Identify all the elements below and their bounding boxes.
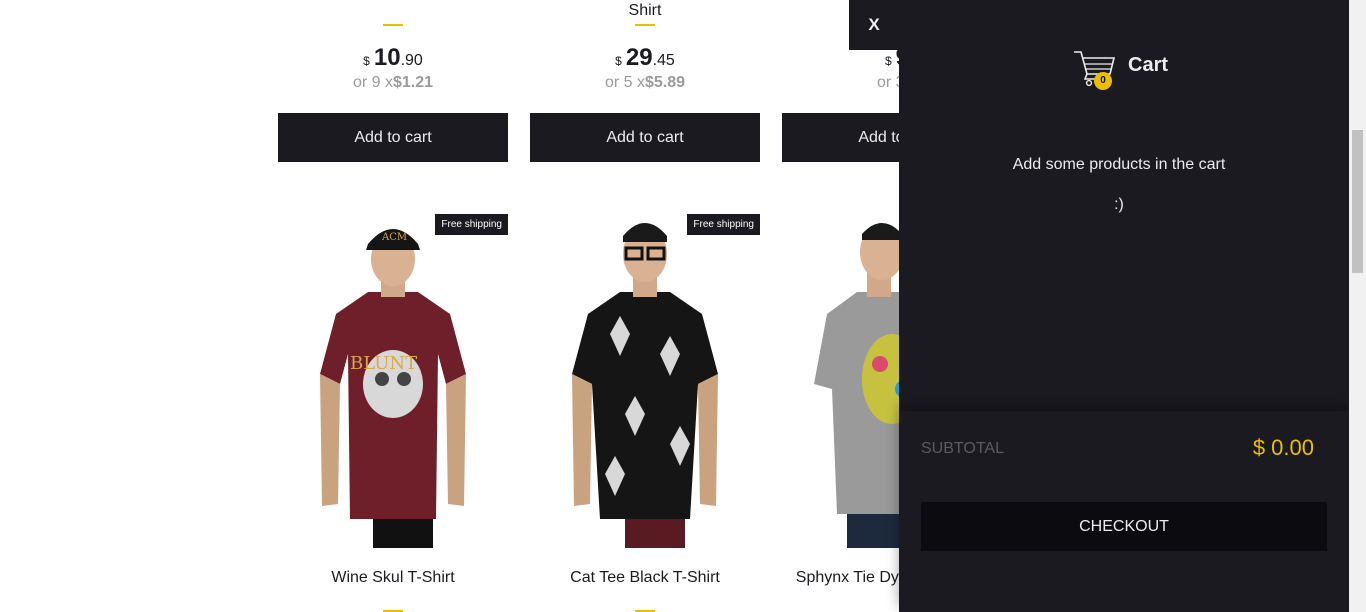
cart-header: 0 Cart bbox=[899, 44, 1349, 94]
checkout-button[interactable]: CHECKOUT bbox=[921, 502, 1327, 551]
product-price: $29.45 bbox=[615, 44, 675, 71]
product-card: Cat Tee Black T-Shirt bbox=[530, 568, 760, 612]
floating-cart: 0 Cart Add some products in the cart :) … bbox=[899, 0, 1349, 612]
product-card: Wine Skul T-Shirt bbox=[278, 568, 508, 612]
free-shipping-badge: Free shipping bbox=[435, 214, 508, 235]
product-title: Wine Skul T-Shirt bbox=[331, 569, 455, 586]
free-shipping-badge: Free shipping bbox=[687, 214, 760, 235]
installment-info: or 5 x$5.89 bbox=[604, 74, 686, 91]
svg-text:BLUNT: BLUNT bbox=[350, 353, 417, 374]
model-black-cat-tshirt-image bbox=[572, 223, 718, 548]
scrollbar-thumb[interactable] bbox=[1352, 130, 1363, 273]
cart-quantity-badge: 0 bbox=[1094, 72, 1112, 90]
close-cart-button[interactable]: X bbox=[849, 0, 899, 50]
page-scrollbar[interactable] bbox=[1349, 0, 1366, 612]
title-divider bbox=[635, 24, 655, 26]
cart-footer: SUBTOTAL $ 0.00 CHECKOUT bbox=[899, 411, 1349, 612]
add-to-cart-button[interactable]: Add to cart bbox=[530, 113, 760, 162]
title-divider bbox=[383, 24, 403, 26]
svg-text:ACM: ACM bbox=[381, 232, 407, 243]
cart-title: Cart bbox=[1128, 54, 1169, 76]
product-price: $10.90 bbox=[363, 44, 423, 71]
cart-icon: 0 bbox=[1072, 46, 1116, 90]
model-wine-tshirt-image: ACM BLUNT bbox=[320, 229, 466, 548]
empty-cart-message: Add some products in the cart bbox=[1012, 156, 1226, 173]
product-title: Cat Tee Black T-Shirt bbox=[570, 569, 720, 586]
close-icon: X bbox=[868, 15, 880, 34]
product-card: $10.90 or 9 x$1.21 bbox=[278, 0, 508, 93]
empty-cart-smile: :) bbox=[1114, 196, 1124, 213]
product-image[interactable]: Free shipping bbox=[530, 214, 760, 548]
subtotal-label: SUBTOTAL bbox=[921, 440, 1004, 457]
subtotal-value: $ 0.00 bbox=[1252, 435, 1314, 460]
add-to-cart-button[interactable]: Add to cart bbox=[278, 113, 508, 162]
product-image[interactable]: ACM BLUNT Free shipping bbox=[278, 214, 508, 548]
product-card: Shirt $29.45 or 5 x$5.89 bbox=[530, 0, 760, 93]
installment-info: or 9 x$1.21 bbox=[352, 74, 434, 91]
product-title: Shirt bbox=[628, 2, 662, 19]
